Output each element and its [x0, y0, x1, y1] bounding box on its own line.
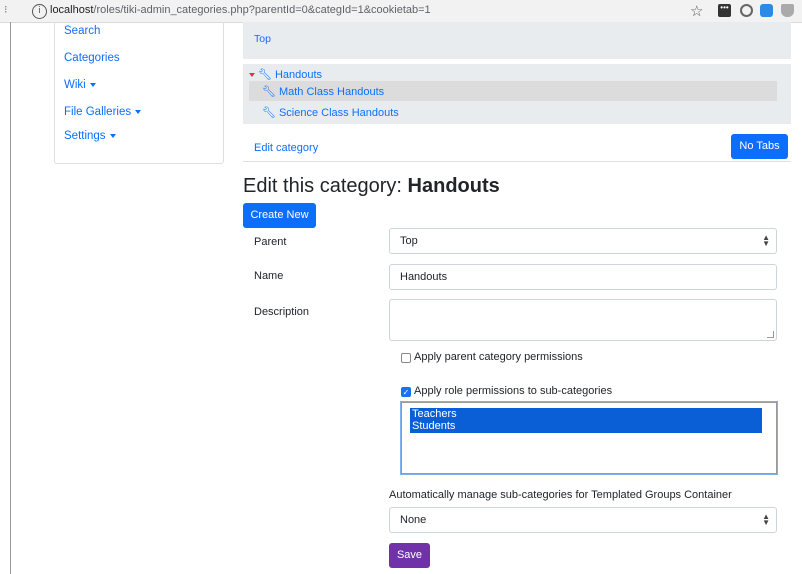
name-field-value: Handouts	[400, 271, 448, 283]
save-button[interactable]: Save	[389, 543, 430, 568]
tree-item-label: Math Class Handouts	[278, 86, 385, 98]
sidebar-item-file-galleries[interactable]: File Galleries	[64, 106, 142, 118]
description-textarea[interactable]	[389, 299, 777, 341]
tree-item-science[interactable]: 🔧︎ Science Class Handouts	[262, 106, 399, 119]
create-new-button[interactable]: Create New	[243, 203, 316, 228]
url-host: localhost	[50, 4, 94, 16]
no-tabs-button[interactable]: No Tabs	[731, 134, 788, 159]
select-arrows-icon: ▲ ▼	[762, 512, 770, 527]
sidebar-panel	[54, 22, 224, 164]
extension-shield-icon[interactable]	[781, 4, 794, 17]
extension-blue-icon[interactable]	[760, 4, 773, 17]
url-path: /roles/tiki-admin_categories.php?parentI…	[93, 4, 431, 16]
auto-manage-label: Automatically manage sub-categories for …	[389, 489, 732, 501]
wrench-icon: 🔧︎	[258, 69, 272, 81]
extension-icon[interactable]: •••	[718, 4, 731, 17]
resize-handle-icon[interactable]	[767, 331, 774, 338]
apply-role-perms-checkbox[interactable]: ✓	[401, 387, 411, 397]
sidebar-item-wiki-label: Wiki	[64, 79, 86, 91]
chevron-down-icon	[89, 82, 96, 87]
tree-item-handouts[interactable]: 🔧︎ Handouts	[249, 68, 322, 81]
wrench-icon: 🔧︎	[262, 86, 276, 98]
tab-edit-category[interactable]: Edit category	[254, 142, 318, 154]
sidebar-item-settings-label: Settings	[64, 130, 106, 142]
name-field[interactable]: Handouts	[389, 264, 777, 290]
viewport-edge	[10, 22, 11, 574]
sidebar-item-wiki[interactable]: Wiki	[64, 79, 96, 91]
tree-item-label: Handouts	[274, 69, 323, 81]
page-title-name: Handouts	[407, 175, 500, 197]
tree-item-math[interactable]: 🔧︎ Math Class Handouts	[262, 85, 384, 98]
page-title-prefix: Edit this category:	[243, 175, 402, 197]
wrench-icon: 🔧︎	[262, 107, 276, 119]
auto-manage-value: None	[400, 514, 427, 526]
expand-arrow-icon[interactable]	[249, 73, 255, 78]
page-title: Edit this category: Handouts	[243, 175, 500, 198]
sidebar-item-file-galleries-label: File Galleries	[64, 106, 132, 118]
description-label: Description	[254, 306, 310, 318]
role-option-students[interactable]: Students	[410, 420, 762, 433]
name-label: Name	[254, 270, 284, 282]
tree-item-label: Science Class Handouts	[278, 107, 399, 119]
apply-parent-perms-label: Apply parent category permissions	[414, 351, 583, 363]
menu-edge-icon: ⁝	[4, 4, 8, 16]
breadcrumb	[243, 22, 791, 59]
auto-manage-select[interactable]: None ▲ ▼	[389, 507, 777, 533]
chevron-down-icon	[135, 109, 142, 114]
sidebar-item-search[interactable]: Search	[64, 25, 100, 37]
parent-label: Parent	[254, 236, 287, 248]
sidebar-item-categories[interactable]: Categories	[64, 52, 120, 64]
tab-divider	[243, 161, 791, 162]
apply-parent-perms-checkbox[interactable]	[401, 353, 411, 363]
extension-circle-icon[interactable]	[740, 4, 753, 17]
parent-select-value: Top	[400, 235, 418, 247]
breadcrumb-top-link[interactable]: Top	[254, 33, 271, 45]
url-text[interactable]: localhost/roles/tiki-admin_categories.ph…	[50, 4, 431, 16]
sidebar-item-settings[interactable]: Settings	[64, 130, 116, 142]
apply-role-perms-label: Apply role permissions to sub-categories	[414, 385, 613, 397]
chevron-down-icon	[109, 133, 116, 138]
parent-select[interactable]: Top ▲ ▼	[389, 228, 777, 254]
bookmark-star-icon[interactable]: ☆	[690, 2, 703, 20]
select-arrows-icon: ▲ ▼	[762, 233, 770, 248]
site-info-icon[interactable]: i	[32, 4, 47, 19]
